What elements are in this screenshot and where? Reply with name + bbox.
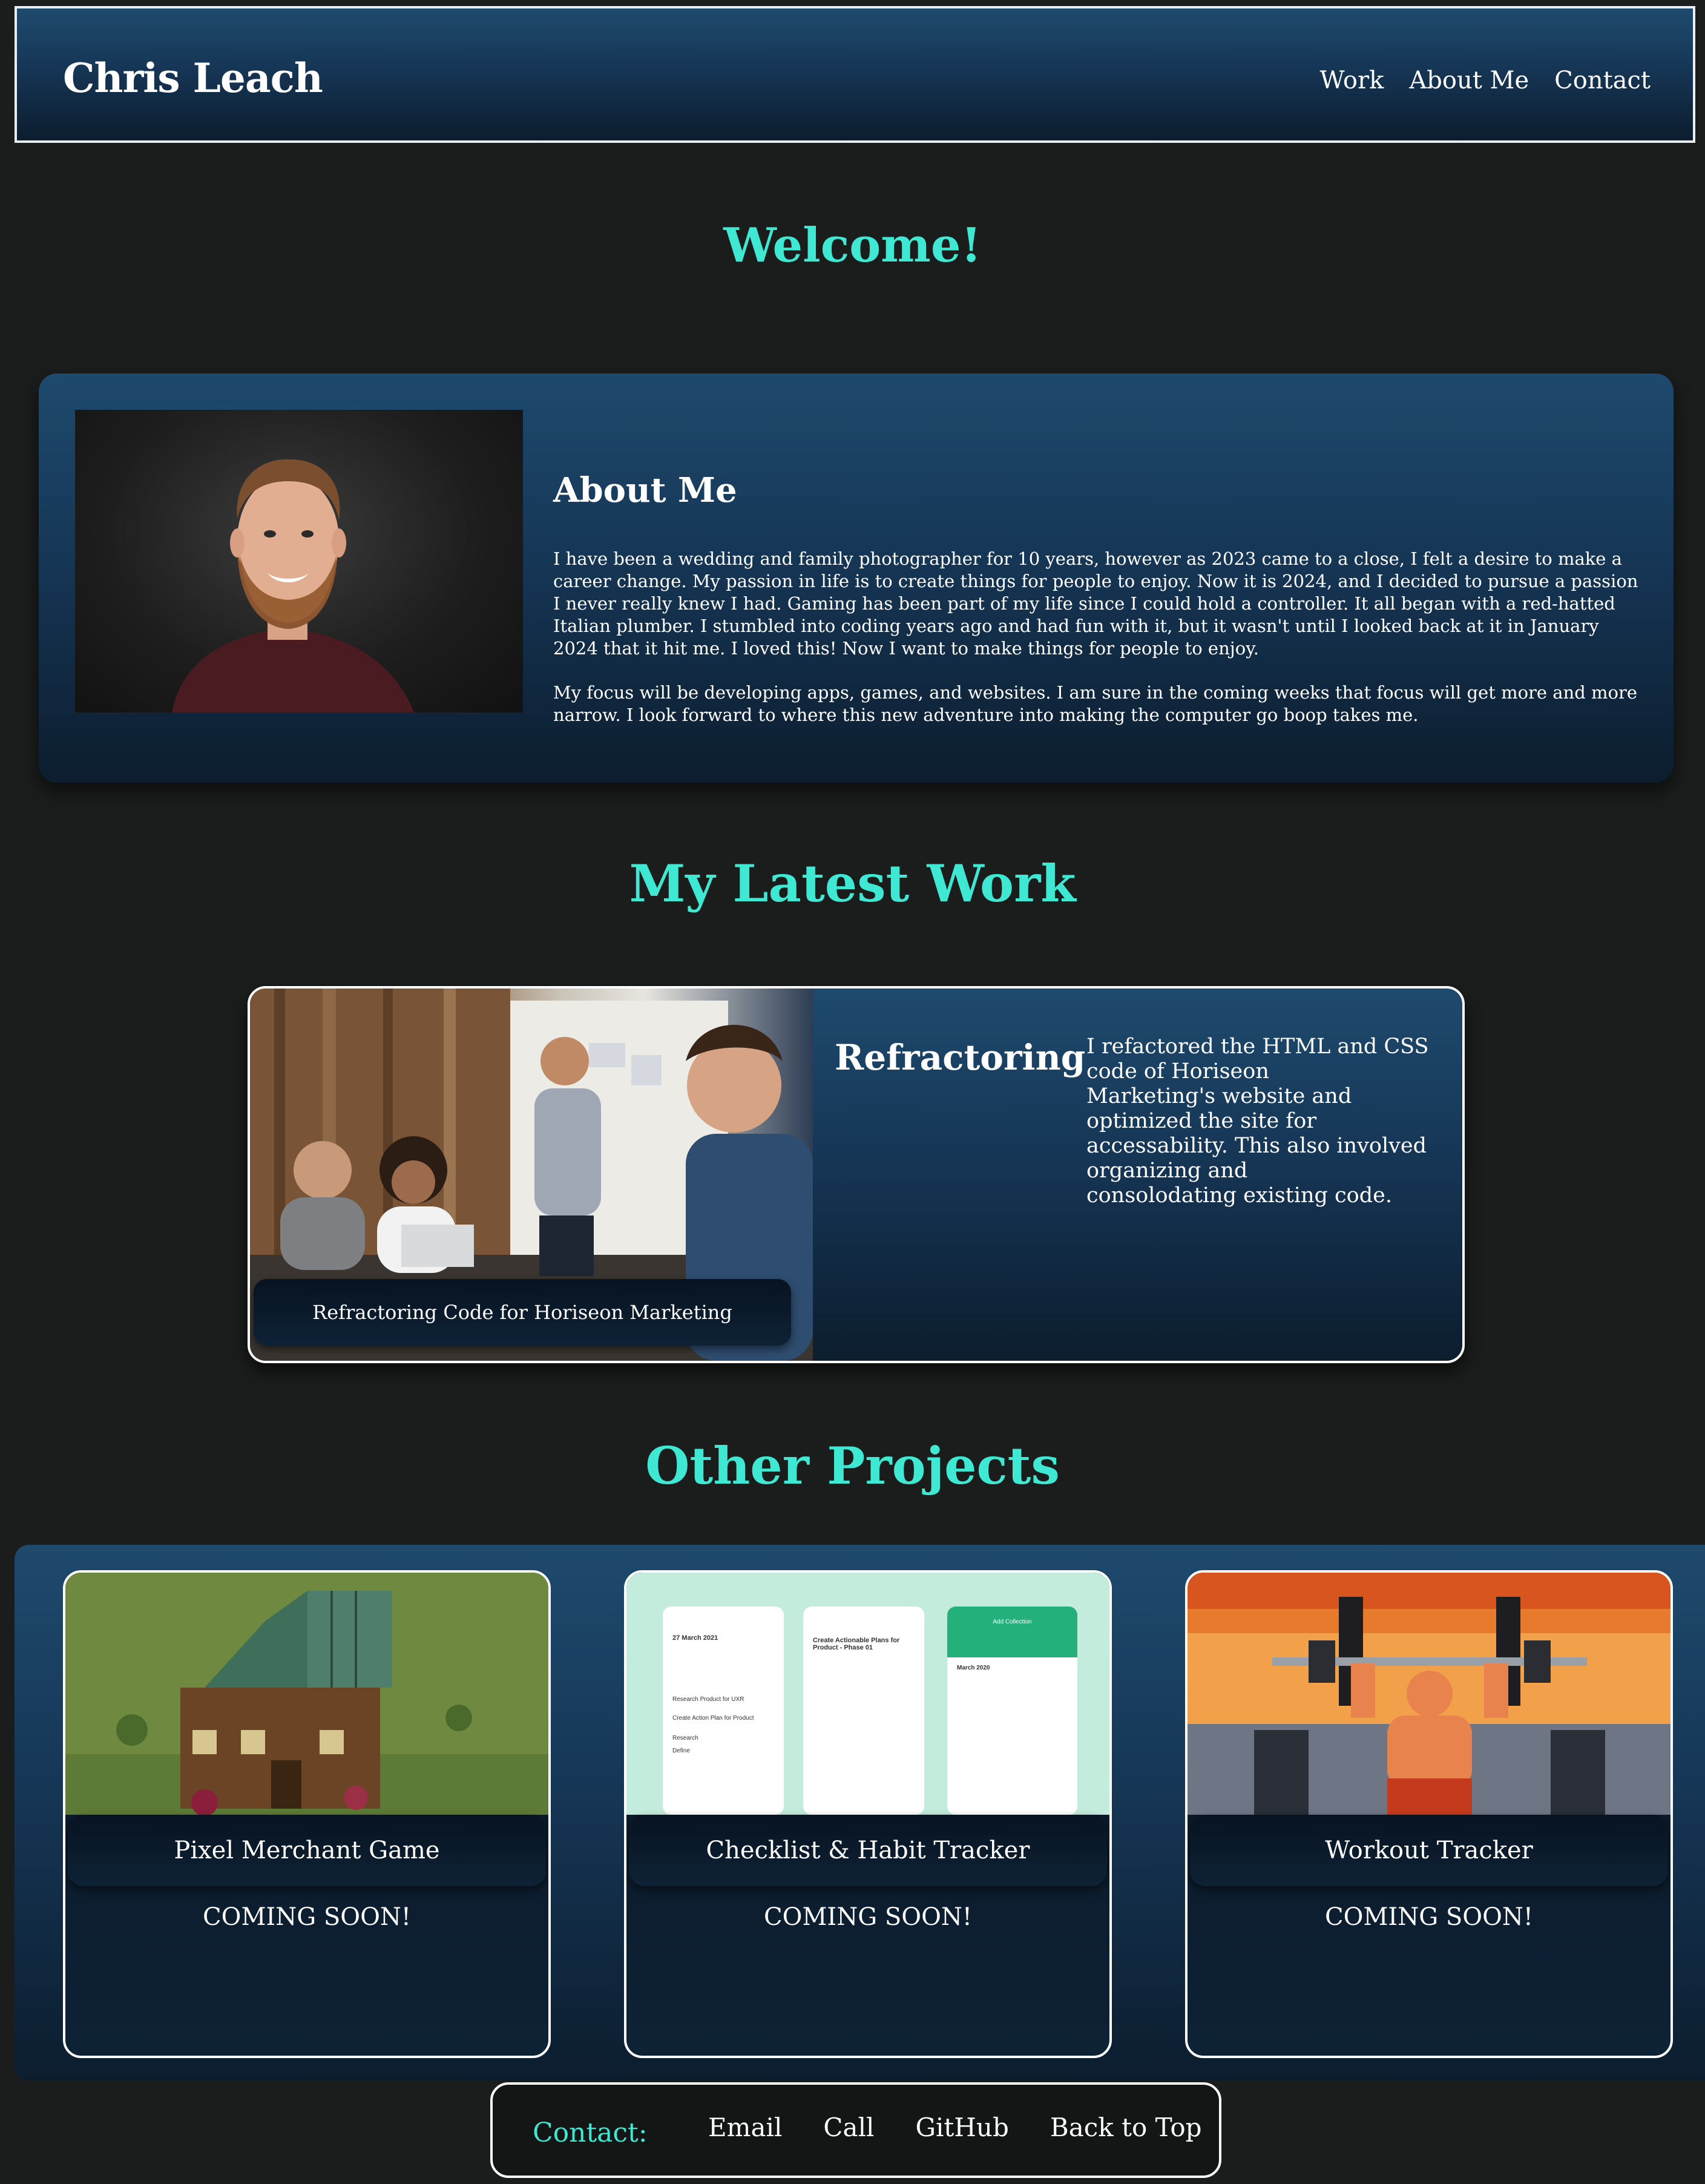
project-card-pixel-merchant[interactable]: Pixel Merchant Game COMING SOON! (63, 1570, 551, 2058)
nav-work-link[interactable]: Work (1320, 67, 1384, 94)
latest-work-heading: My Latest Work (629, 854, 1076, 913)
work-description-line: Marketing's website and optimized the si… (1086, 1084, 1352, 1133)
work-photo: Refractoring Code for Horiseon Marketing (250, 988, 813, 1361)
pixel-weightlifter-illustration (1188, 1573, 1671, 1815)
checklist-app-mock: 27 March 2021 Research Product for UXR C… (663, 1607, 784, 1815)
mock-date: 27 March 2021 (672, 1634, 718, 1642)
mock-month: March 2020 (957, 1665, 990, 1671)
mock-item: Define (672, 1748, 690, 1754)
mock-panel-title: Add Collection (947, 1607, 1077, 1657)
featured-work-card[interactable]: Refractoring Code for Horiseon Marketing… (248, 986, 1465, 1363)
main-nav: Work About Me Contact (1320, 67, 1651, 94)
about-paragraph: My focus will be developing apps, games,… (553, 682, 1638, 725)
site-header: Chris Leach Work About Me Contact (15, 6, 1695, 143)
project-image (1188, 1573, 1671, 1815)
mock-item: Research (672, 1735, 698, 1742)
call-link[interactable]: Call (823, 2113, 874, 2142)
work-description-line: I refactored the HTML and CSS code of Ho… (1086, 1034, 1429, 1084)
mock-item: Create Action Plan for Product (672, 1715, 754, 1722)
project-caption: Pixel Merchant Game (68, 1815, 546, 1886)
profile-photo (75, 410, 523, 712)
checklist-detail-mock: Create Actionable Plans for Product - Ph… (803, 1607, 924, 1815)
nav-about-link[interactable]: About Me (1409, 67, 1529, 94)
mock-task-title: Create Actionable Plans for Product - Ph… (813, 1637, 900, 1651)
contact-bar: Contact: Email Call GitHub Back to Top (490, 2082, 1221, 2178)
portrait-illustration (172, 459, 414, 712)
contact-label: Contact: (533, 2117, 648, 2148)
project-status: COMING SOON! (203, 1903, 411, 1931)
checklist-calendar-mock: Add Collection March 2020 (947, 1607, 1077, 1815)
site-brand[interactable]: Chris Leach (63, 54, 323, 102)
back-to-top-link[interactable]: Back to Top (1050, 2113, 1202, 2142)
project-status: COMING SOON! (764, 1903, 972, 1931)
mock-item: Research Product for UXR (672, 1696, 744, 1703)
project-card-checklist[interactable]: 27 March 2021 Research Product for UXR C… (624, 1570, 1112, 2058)
project-card-workout[interactable]: Workout Tracker COMING SOON! (1185, 1570, 1673, 2058)
about-text: I have been a wedding and family photogr… (553, 548, 1643, 748)
work-caption: Refractoring Code for Horiseon Marketing (254, 1279, 791, 1346)
project-image (65, 1573, 548, 1815)
work-description-line: consolodating existing code. (1086, 1183, 1392, 1208)
project-caption: Checklist & Habit Tracker (629, 1815, 1107, 1886)
about-card: About Me I have been a wedding and famil… (39, 373, 1674, 783)
welcome-heading: Welcome! (723, 218, 982, 273)
project-caption: Workout Tracker (1190, 1815, 1668, 1886)
about-heading: About Me (553, 470, 737, 510)
other-projects-heading: Other Projects (645, 1436, 1060, 1496)
work-description-line: accessability. This also involved organi… (1086, 1134, 1427, 1183)
work-title: Refractoring (835, 1037, 1086, 1078)
about-paragraph: I have been a wedding and family photogr… (553, 548, 1638, 659)
work-description: I refactored the HTML and CSS code of Ho… (1086, 1034, 1437, 1208)
projects-band: Pixel Merchant Game COMING SOON! 27 Marc… (15, 1545, 1705, 2081)
project-status: COMING SOON! (1325, 1903, 1533, 1931)
project-image: 27 March 2021 Research Product for UXR C… (626, 1573, 1109, 1815)
nav-contact-link[interactable]: Contact (1554, 67, 1651, 94)
contact-links: Email Call GitHub Back to Top (708, 2113, 1202, 2142)
email-link[interactable]: Email (708, 2113, 782, 2142)
pixel-house-illustration (65, 1573, 548, 1815)
github-link[interactable]: GitHub (915, 2113, 1008, 2142)
